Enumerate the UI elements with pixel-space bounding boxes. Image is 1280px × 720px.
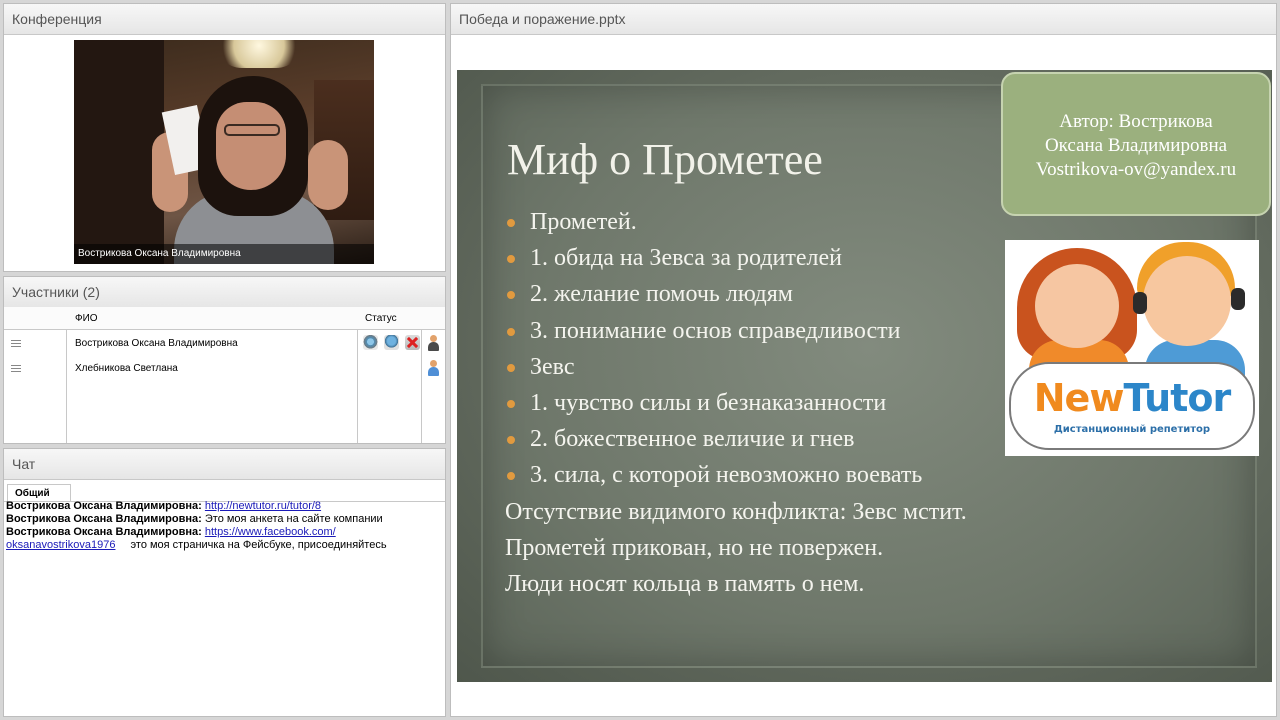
slide-bullet: 2. желание помочь людям: [505, 276, 1065, 312]
chat-panel-title: Чат: [4, 449, 445, 480]
newtutor-logo: NewTutor Дистанционный репетитор: [1005, 240, 1259, 456]
microphone-icon[interactable]: [384, 335, 399, 350]
headphone-icon: [1133, 292, 1147, 314]
chat-panel: Чат Общий Вострикова Оксана Владимировна…: [3, 448, 446, 717]
video-caption: Вострикова Оксана Владимировна: [74, 244, 374, 264]
drag-handle-icon[interactable]: [11, 340, 21, 347]
slide-body: Прометей. 1. обида на Зевса за родителей…: [505, 204, 1065, 602]
presentation-slide: Миф о Прометее Прометей. 1. обида на Зев…: [457, 70, 1272, 682]
conference-panel-title: Конференция: [4, 4, 445, 35]
chat-link[interactable]: oksanavostrikova1976: [6, 539, 115, 551]
participants-panel-title: Участники (2): [4, 277, 445, 308]
author-box: Автор: Вострикова Оксана Владимировна Vo…: [1001, 72, 1271, 216]
author-email: Vostrikova-ov@yandex.ru: [1035, 159, 1237, 180]
slide-bullet: Прометей.: [505, 204, 1065, 240]
slide-bullet: 3. сила, с которой невозможно воевать: [505, 457, 1065, 493]
slide-text-line: Прометей прикован, но не повержен.: [505, 534, 884, 561]
table-row[interactable]: Вострикова Оксана Владимировна: [4, 331, 445, 355]
column-header-name[interactable]: ФИО: [75, 313, 98, 324]
video-person-glasses: [224, 124, 280, 136]
slide-text-line: Отсутствие видимого конфликта: Зевс мсти…: [505, 498, 967, 525]
chat-text: это моя страничка на Фейсбуке, присоедин…: [130, 539, 387, 551]
chat-message: Вострикова Оксана Владимировна: http://n…: [6, 500, 444, 513]
slide-bullet: 1. чувство силы и безнаказанности: [505, 385, 1065, 421]
chat-author: Вострикова Оксана Владимировна:: [6, 500, 202, 512]
slide-bullet: 2. божественное величие и гнев: [505, 421, 1065, 457]
participant-name: Вострикова Оксана Владимировна: [75, 338, 238, 349]
presentation-panel: Победа и поражение.pptx Миф о Прометее П…: [450, 3, 1277, 717]
slide-bullet: 3. понимание основ справедливости: [505, 313, 1065, 349]
participants-panel: Участники (2) ФИО Статус Вострикова Окса…: [3, 276, 446, 444]
chat-author: Вострикова Оксана Владимировна:: [6, 513, 202, 525]
chat-author: Вострикова Оксана Владимировна:: [6, 526, 202, 538]
listener-user-icon: [427, 360, 440, 376]
webcam-icon[interactable]: [363, 335, 378, 350]
headphone-icon: [1231, 288, 1245, 310]
chat-link[interactable]: https://www.facebook.com/: [205, 526, 336, 538]
table-header: ФИО Статус: [4, 307, 445, 330]
slide-text-line: Люди носят кольца в память о нем.: [505, 571, 865, 598]
muted-icon[interactable]: [405, 335, 420, 350]
author-line: Автор: Вострикова: [1059, 111, 1213, 132]
presentation-file-name: Победа и поражение.pptx: [451, 4, 1276, 35]
logo-subtitle: Дистанционный репетитор: [1053, 424, 1211, 435]
presenter-user-icon: [427, 335, 440, 351]
webcam-video[interactable]: Вострикова Оксана Владимировна: [74, 40, 374, 264]
drag-handle-icon[interactable]: [11, 365, 21, 372]
logo-boy-face: [1143, 256, 1231, 346]
slide-bullet: Зевс: [505, 349, 1065, 385]
tab-general[interactable]: Общий: [7, 484, 71, 501]
participants-table: ФИО Статус Вострикова Оксана Владимировн…: [4, 307, 445, 443]
video-person-face: [216, 102, 286, 190]
conference-panel: Конференция Вострикова Оксана Владимиров…: [3, 3, 446, 272]
author-line: Оксана Владимировна: [1044, 135, 1228, 156]
chat-link[interactable]: http://newtutor.ru/tutor/8: [205, 500, 321, 512]
table-row[interactable]: Хлебникова Светлана: [4, 356, 445, 380]
column-header-status[interactable]: Статус: [365, 313, 397, 324]
video-background: [74, 40, 164, 264]
chat-text: Это моя анкета на сайте компании: [204, 513, 383, 525]
chat-messages: Вострикова Оксана Владимировна: http://n…: [6, 500, 444, 552]
chat-message: oksanavostrikova1976 это моя страничка н…: [6, 539, 444, 552]
slide-bullet: 1. обида на Зевса за родителей: [505, 240, 1065, 276]
slide-title: Миф о Прометее: [507, 135, 823, 184]
video-chandelier: [214, 40, 304, 68]
logo-girl-face: [1035, 264, 1119, 348]
video-person-hand: [308, 140, 348, 210]
chat-message: Вострикова Оксана Владимировна: https://…: [6, 526, 444, 539]
participant-name: Хлебникова Светлана: [75, 363, 178, 374]
chat-message: Вострикова Оксана Владимировна: Это моя …: [6, 513, 444, 526]
logo-wordmark: NewTutor: [1033, 376, 1231, 420]
chat-tabbar: Общий: [4, 479, 445, 502]
